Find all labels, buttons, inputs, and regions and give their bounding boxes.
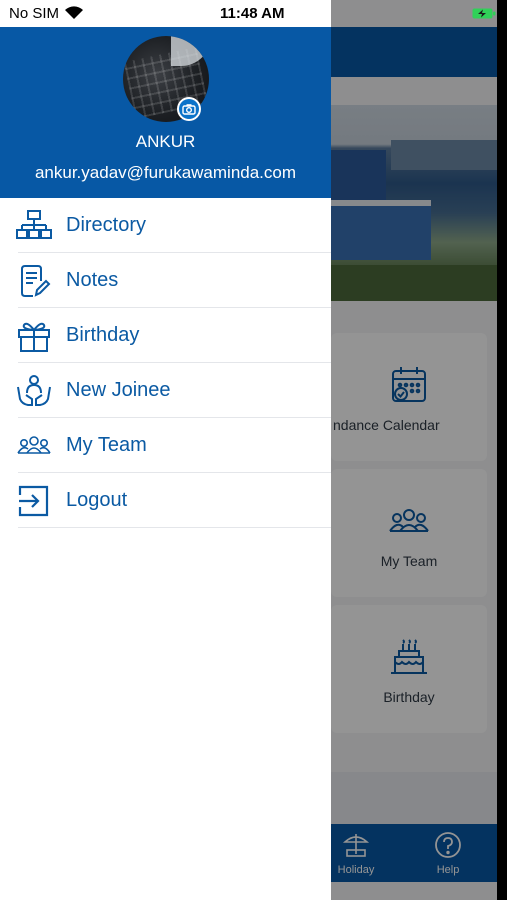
battery-charging-icon	[472, 8, 496, 19]
menu-item-label: New Joinee	[66, 379, 171, 401]
gift-icon	[18, 322, 50, 352]
navigation-drawer: ANKUR ankur.yadav@furukawaminda.com Dire…	[0, 27, 331, 900]
menu-item-label: Notes	[66, 269, 119, 291]
menu-item-label: Directory	[66, 214, 147, 236]
drawer-menu: Directory Notes Birthday New Joinee My T…	[0, 198, 331, 528]
logout-icon	[18, 485, 49, 517]
profile-header: ANKUR ankur.yadav@furukawaminda.com	[0, 27, 331, 198]
wifi-icon	[65, 6, 83, 19]
team-icon	[17, 436, 51, 454]
drawer-overlay[interactable]	[331, 0, 507, 900]
carrier-label: No SIM	[9, 5, 60, 22]
menu-item-logout[interactable]: Logout	[0, 473, 331, 528]
menu-item-directory[interactable]: Directory	[0, 198, 331, 253]
user-name: ANKUR	[135, 132, 196, 151]
menu-item-label: Logout	[66, 489, 128, 511]
menu-item-my-team[interactable]: My Team	[0, 418, 331, 473]
change-photo-button[interactable]	[177, 97, 201, 121]
status-bar: No SIM 11:48 AM	[0, 0, 507, 27]
menu-item-new-joinee[interactable]: New Joinee	[0, 363, 331, 418]
menu-item-birthday[interactable]: Birthday	[0, 308, 331, 363]
menu-item-label: Birthday	[66, 324, 140, 346]
new-joinee-icon	[17, 375, 51, 406]
user-email: ankur.yadav@furukawaminda.com	[34, 163, 297, 182]
clock: 11:48 AM	[220, 5, 285, 22]
org-chart-icon	[16, 210, 52, 239]
menu-item-notes[interactable]: Notes	[0, 253, 331, 308]
menu-item-label: My Team	[66, 434, 147, 456]
divider	[18, 527, 331, 528]
notes-icon	[21, 265, 51, 297]
camera-icon	[179, 99, 199, 119]
